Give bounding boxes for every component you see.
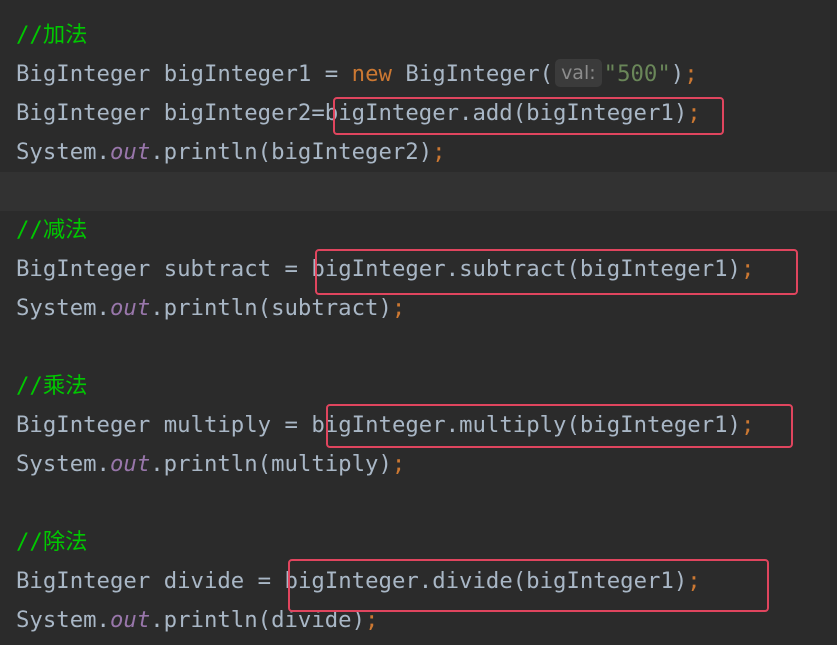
variable-name: multiply: [163, 412, 272, 438]
semicolon: ;: [684, 61, 698, 87]
variable-name: bigInteger1: [163, 61, 312, 87]
close-paren: ): [670, 61, 685, 87]
method-call: .println(multiply): [150, 451, 392, 477]
assign-operator: =: [257, 568, 272, 594]
semicolon: ;: [391, 295, 406, 321]
static-field: out: [109, 295, 151, 321]
highlight-box-multiply: [326, 404, 793, 448]
system-class: System.: [16, 607, 110, 633]
code-line[interactable]: System.out.println(multiply);: [0, 445, 837, 484]
variable-name: bigInteger2: [163, 100, 312, 126]
code-editor[interactable]: //加法 BigInteger bigInteger1 = new BigInt…: [0, 0, 837, 645]
system-class: System.: [16, 139, 110, 165]
type-name: BigInteger: [16, 256, 151, 282]
semicolon: ;: [391, 451, 406, 477]
current-line-highlight[interactable]: [0, 172, 837, 211]
highlight-box-subtract: [315, 249, 798, 295]
highlight-box-add: [333, 97, 724, 135]
constructor-call: BigInteger(: [405, 61, 554, 87]
assign-operator: =: [284, 412, 298, 438]
string-literal: "500": [603, 61, 671, 87]
code-line[interactable]: //减法: [0, 211, 837, 250]
comment-add: //加法: [16, 22, 88, 48]
static-field: out: [109, 139, 151, 165]
highlight-box-divide: [288, 559, 769, 612]
variable-name: divide: [163, 568, 245, 594]
variable-name: subtract: [163, 256, 272, 282]
method-call: .println(bigInteger2): [150, 139, 433, 165]
method-call: .println(subtract): [150, 295, 392, 321]
comment-subtract: //减法: [16, 217, 88, 243]
assign-operator: =: [284, 256, 298, 282]
comment-divide: //除法: [16, 529, 88, 555]
system-class: System.: [16, 451, 110, 477]
new-keyword: new: [351, 61, 392, 87]
comment-multiply: //乘法: [16, 373, 88, 399]
assign-operator: =: [311, 100, 325, 126]
code-line[interactable]: //除法: [0, 523, 837, 562]
type-name: BigInteger: [16, 61, 151, 87]
code-line[interactable]: BigInteger bigInteger1 = new BigInteger(…: [0, 55, 837, 94]
static-field: out: [109, 607, 151, 633]
type-name: BigInteger: [16, 568, 151, 594]
type-name: BigInteger: [16, 100, 151, 126]
static-field: out: [109, 451, 151, 477]
code-line[interactable]: System.out.println(bigInteger2);: [0, 133, 837, 172]
system-class: System.: [16, 295, 110, 321]
parameter-hint: val:: [555, 59, 602, 87]
type-name: BigInteger: [16, 412, 151, 438]
semicolon: ;: [432, 139, 446, 165]
code-line[interactable]: //乘法: [0, 367, 837, 406]
code-line[interactable]: //加法: [0, 16, 837, 55]
assign-operator: =: [324, 61, 339, 87]
